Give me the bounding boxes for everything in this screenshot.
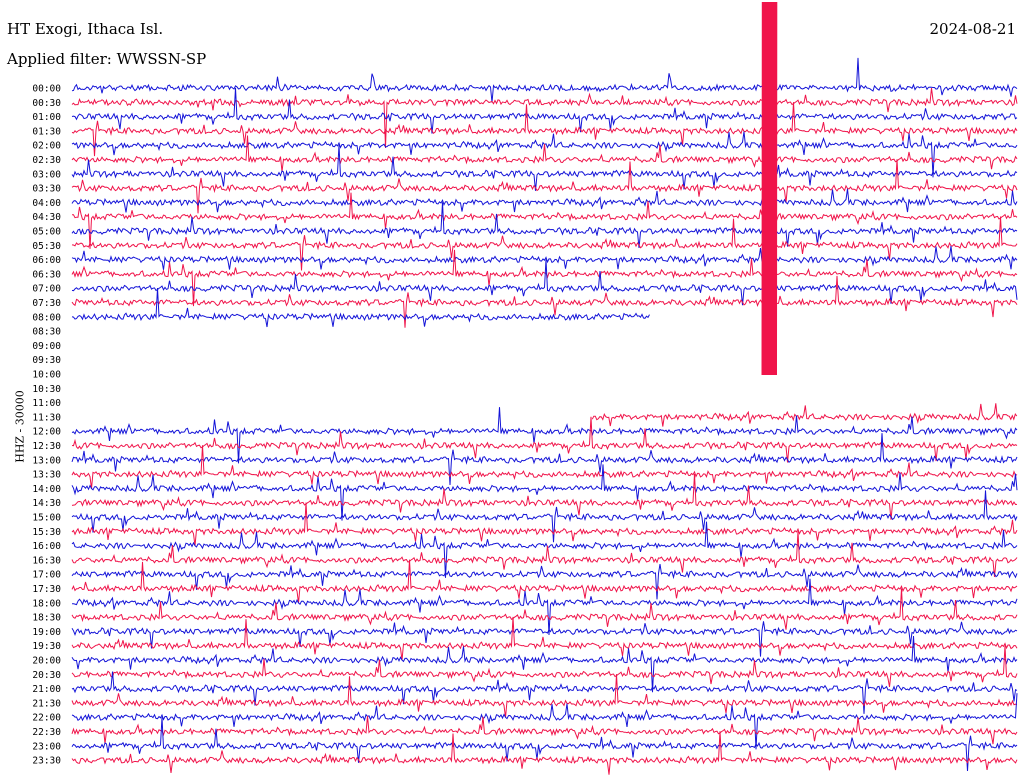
trace-1930 [71,616,1018,661]
row-label-1300: 13:00 [32,455,61,466]
row-label-1200: 12:00 [32,427,61,438]
trace-1400 [71,464,1018,521]
row-label-0530: 05:30 [32,241,61,252]
row-label-0330: 03:30 [32,184,61,195]
trace-0200 [71,131,1018,178]
trace-0500 [71,202,1018,249]
trace-2100 [71,671,1018,714]
trace-2030 [71,645,1018,687]
row-label-0030: 00:30 [32,98,61,109]
row-label-2230: 22:30 [32,727,61,738]
row-label-1930: 19:30 [32,641,61,652]
row-label-2030: 20:30 [32,670,61,681]
trace-1530 [71,502,1018,546]
trace-0600 [71,245,1018,270]
row-label-2300: 23:00 [32,741,61,752]
row-label-0800: 08:00 [32,312,61,323]
trace-1830 [71,588,1018,630]
row-label-0230: 02:30 [32,155,61,166]
helicorder-plot: 00:00 00:30 01:00 01:30 02:00 02:30 03:00 03:30… [32,1,1018,775]
row-label-0600: 06:00 [32,255,61,266]
trace-0700 [71,259,1018,306]
row-label-2000: 20:00 [32,656,61,667]
row-label-1630: 16:30 [32,555,61,566]
row-label-0930: 09:30 [32,355,61,366]
trace-1730 [71,559,1018,604]
trace-1200 [71,407,1018,464]
row-label-0900: 09:00 [32,341,61,352]
row-label-0830: 08:30 [32,327,61,338]
row-label-0630: 06:30 [32,269,61,280]
row-label-0730: 07:30 [32,298,61,309]
trace-0630 [71,249,1018,307]
trace-0530 [71,216,1018,271]
trace-1330 [71,445,1018,489]
row-label-0430: 04:30 [32,212,61,223]
row-label-1730: 17:30 [32,584,61,595]
row-label-1830: 18:30 [32,613,61,624]
trace-0330 [71,159,1018,214]
row-label-1900: 19:00 [32,627,61,638]
trace-0300 [71,145,1018,191]
trace-2300 [71,717,1018,772]
row-label-2200: 22:00 [32,713,61,724]
row-label-2100: 21:00 [32,684,61,695]
row-label-1130: 11:30 [32,412,61,423]
row-label-0700: 07:00 [32,284,61,295]
row-label-1400: 14:00 [32,484,61,495]
row-label-1500: 15:00 [32,513,61,524]
trace-0800 [71,287,650,328]
row-label-1000: 10:00 [32,370,61,381]
trace-0000 [71,57,1018,103]
row-label-0200: 02:00 [32,141,61,152]
trace-1700 [71,564,1018,600]
row-label-1430: 14:30 [32,498,61,509]
row-label-1800: 18:00 [32,598,61,609]
row-label-1330: 13:30 [32,470,61,481]
trace-2330 [71,731,1018,775]
row-label-1100: 11:00 [32,398,61,409]
row-label-2330: 23:30 [32,756,61,767]
trace-1500 [71,490,1018,543]
earthquake-event-trace [761,1,778,376]
row-label-0300: 03:00 [32,169,61,180]
row-label-0100: 01:00 [32,112,61,123]
row-label-1600: 16:00 [32,541,61,552]
trace-0100 [71,87,1018,134]
trace-1900 [71,621,1018,657]
trace-1630 [71,531,1018,577]
row-label-2130: 21:30 [32,698,61,709]
row-label-0400: 04:00 [32,198,61,209]
row-label-0500: 05:00 [32,227,61,238]
trace-2130 [71,674,1018,718]
row-label-1700: 17:00 [32,570,61,581]
row-label-1230: 12:30 [32,441,61,452]
row-label-1030: 10:30 [32,384,61,395]
row-label-0000: 00:00 [32,84,61,95]
trace-1130 [591,403,1018,427]
trace-0230 [71,135,1018,172]
row-label-0130: 01:30 [32,126,61,137]
trace-0400 [71,188,1018,213]
trace-1430 [71,473,1018,520]
trace-2230 [71,715,1018,745]
row-label-1530: 15:30 [32,527,61,538]
